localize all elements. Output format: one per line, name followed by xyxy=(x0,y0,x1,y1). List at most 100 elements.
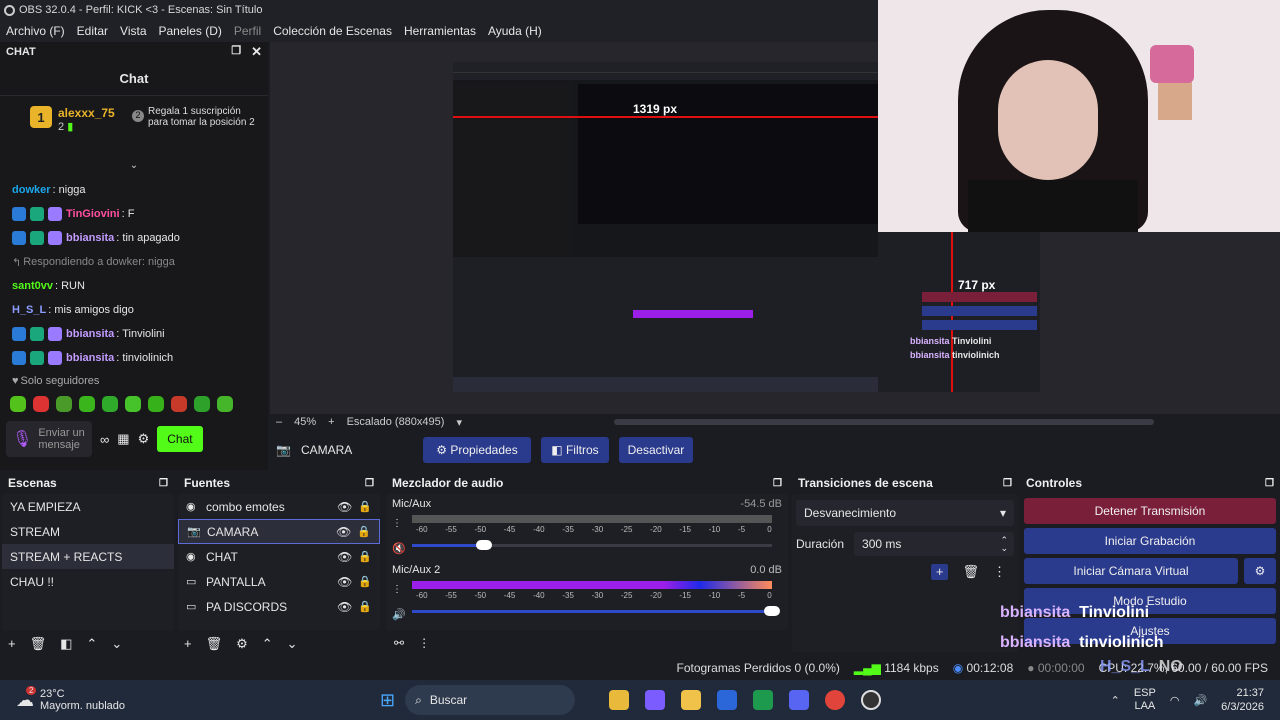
mute-icon[interactable]: 🔇 xyxy=(392,543,406,555)
lock-icon[interactable]: 🔒 xyxy=(357,525,371,538)
preview-scrollbar[interactable] xyxy=(613,419,1154,425)
close-icon[interactable]: ✕ xyxy=(251,44,262,60)
lang-code[interactable]: ESP xyxy=(1134,687,1156,700)
eye-icon[interactable]: 👁 xyxy=(337,575,352,589)
emote-icon[interactable] xyxy=(33,396,49,412)
scale-select[interactable]: Escalado (880x495) xyxy=(347,416,445,428)
chrome-icon[interactable] xyxy=(825,690,846,710)
float-icon[interactable]: ❐ xyxy=(231,44,241,60)
source-item[interactable]: ◉ CHAT 👁 🔒 xyxy=(178,544,380,569)
menu-archivo[interactable]: Archivo (F) xyxy=(0,24,71,38)
menu-dots-icon[interactable]: ⋮ xyxy=(993,564,1006,580)
word-icon[interactable] xyxy=(717,690,738,710)
menu-editar[interactable]: Editar xyxy=(71,24,114,38)
filters-button[interactable]: ◧ Filtros xyxy=(540,437,609,463)
start-record-button[interactable]: Iniciar Grabación xyxy=(1024,528,1276,554)
scene-item[interactable]: CHAU !! xyxy=(2,569,174,594)
volume-slider[interactable] xyxy=(412,540,772,550)
source-item[interactable]: ◉ combo emotes 👁 🔒 xyxy=(178,494,380,519)
emote-icon[interactable] xyxy=(56,396,72,412)
float-icon[interactable]: ❐ xyxy=(159,478,168,489)
mic-icon[interactable]: 🎙 xyxy=(12,429,32,449)
emote-icon[interactable] xyxy=(79,396,95,412)
chevron-up-icon[interactable]: ⌃ xyxy=(1111,694,1120,707)
clock-date[interactable]: 6/3/2026 xyxy=(1221,700,1264,714)
source-item[interactable]: 📷 CAMARA 👁 🔒 xyxy=(178,519,380,544)
deactivate-button[interactable]: Desactivar xyxy=(618,437,693,463)
volume-slider-handle[interactable] xyxy=(764,606,780,616)
lock-icon[interactable]: 🔒 xyxy=(358,550,372,563)
add-transition-button[interactable]: + xyxy=(930,564,949,580)
eye-icon[interactable]: 👁 xyxy=(337,600,352,614)
stop-stream-button[interactable]: Detener Transmisión xyxy=(1024,498,1276,524)
chat-username[interactable]: bbiansita xyxy=(66,352,114,364)
source-item[interactable]: ▭ PA DISCORDS 👁 🔒 xyxy=(178,594,380,619)
menu-paneles[interactable]: Paneles (D) xyxy=(153,24,228,38)
volume-slider[interactable] xyxy=(412,606,780,616)
eye-icon[interactable]: 👁 xyxy=(337,500,352,514)
trash-icon[interactable]: 🗑 xyxy=(962,564,979,580)
volume-slider-handle[interactable] xyxy=(476,540,492,550)
gear-icon[interactable]: ⚙ xyxy=(138,431,150,447)
menu-ayuda[interactable]: Ayuda (H) xyxy=(482,24,548,38)
emote-icon[interactable] xyxy=(194,396,210,412)
emoji-icon[interactable]: ∞ xyxy=(100,432,109,447)
link-icon[interactable]: ⚯ xyxy=(394,636,404,650)
lock-icon[interactable]: 🔒 xyxy=(358,600,372,613)
volume-icon[interactable]: 🔊 xyxy=(1193,694,1207,707)
obs-icon[interactable] xyxy=(861,690,882,710)
excel-icon[interactable] xyxy=(753,690,774,710)
start-icon[interactable]: ⊞ xyxy=(380,690,395,711)
chat-username[interactable]: H_S_L xyxy=(12,304,46,316)
float-icon[interactable]: ❐ xyxy=(1003,478,1012,489)
trash-icon[interactable]: 🗑 xyxy=(206,636,223,652)
chat-username[interactable]: dowker xyxy=(12,184,51,196)
trash-icon[interactable]: 🗑 xyxy=(30,636,47,652)
virtual-camera-settings-button[interactable]: ⚙ xyxy=(1244,558,1276,584)
emote-icon[interactable] xyxy=(171,396,187,412)
lock-icon[interactable]: 🔒 xyxy=(358,500,372,513)
scene-item[interactable]: STREAM + REACTS xyxy=(2,544,174,569)
emote-icon[interactable] xyxy=(217,396,233,412)
eye-icon[interactable]: 👁 xyxy=(336,525,351,539)
discord-icon[interactable] xyxy=(789,690,810,710)
zoom-out-icon[interactable]: – xyxy=(276,416,282,428)
chat-send-button[interactable]: Chat xyxy=(157,426,203,452)
transition-select[interactable]: Desvanecimiento ▾ xyxy=(796,500,1014,526)
store-icon[interactable]: ▦ xyxy=(117,431,129,447)
stepper-icon[interactable]: ⌃ ⌄ xyxy=(1000,536,1008,553)
float-icon[interactable]: ❐ xyxy=(773,478,782,489)
eye-icon[interactable]: 👁 xyxy=(337,550,352,564)
properties-button[interactable]: ⚙ Propiedades xyxy=(422,437,531,463)
menu-herramientas[interactable]: Herramientas xyxy=(398,24,482,38)
taskbar-search[interactable]: ⌕ Buscar xyxy=(405,685,576,715)
chat-username[interactable]: TinGiovini xyxy=(66,208,120,220)
chat-username[interactable]: bbiansita xyxy=(66,232,114,244)
weather-widget[interactable]: ☁ 2 23°C Mayorm. nublado xyxy=(0,685,380,712)
float-icon[interactable]: ❐ xyxy=(365,478,374,489)
clock-time[interactable]: 21:37 xyxy=(1221,686,1264,700)
emote-icon[interactable] xyxy=(125,396,141,412)
pinned-user[interactable]: alexxx_75 xyxy=(58,106,126,120)
float-icon[interactable]: ❐ xyxy=(1265,478,1274,489)
emote-icon[interactable] xyxy=(102,396,118,412)
zoom-in-icon[interactable]: + xyxy=(328,416,334,428)
menu-dots-icon[interactable]: ⋮ xyxy=(418,636,430,650)
arrow-down-icon[interactable]: ⌄ xyxy=(111,636,122,652)
add-icon[interactable]: + xyxy=(8,636,16,652)
arrow-down-icon[interactable]: ⌄ xyxy=(287,636,298,652)
menu-coleccion[interactable]: Colección de Escenas xyxy=(267,24,398,38)
emote-icon[interactable] xyxy=(148,396,164,412)
explorer-icon[interactable] xyxy=(609,690,630,710)
copilot-icon[interactable] xyxy=(645,690,666,710)
lock-icon[interactable]: 🔒 xyxy=(358,575,372,588)
scene-item[interactable]: YA EMPIEZA xyxy=(2,494,174,519)
virtual-camera-button[interactable]: Iniciar Cámara Virtual xyxy=(1024,558,1238,584)
wifi-icon[interactable]: ◠ xyxy=(1170,694,1180,707)
add-icon[interactable]: + xyxy=(184,636,192,652)
chevron-down-icon[interactable]: ⌄ xyxy=(0,160,268,174)
chat-input[interactable]: 🎙 Enviar un mensaje xyxy=(6,421,92,457)
duration-input[interactable]: 300 ms ⌃ ⌄ xyxy=(854,532,1014,556)
arrow-up-icon[interactable]: ⌃ xyxy=(262,636,273,652)
speaker-icon[interactable]: 🔊 xyxy=(392,609,406,621)
